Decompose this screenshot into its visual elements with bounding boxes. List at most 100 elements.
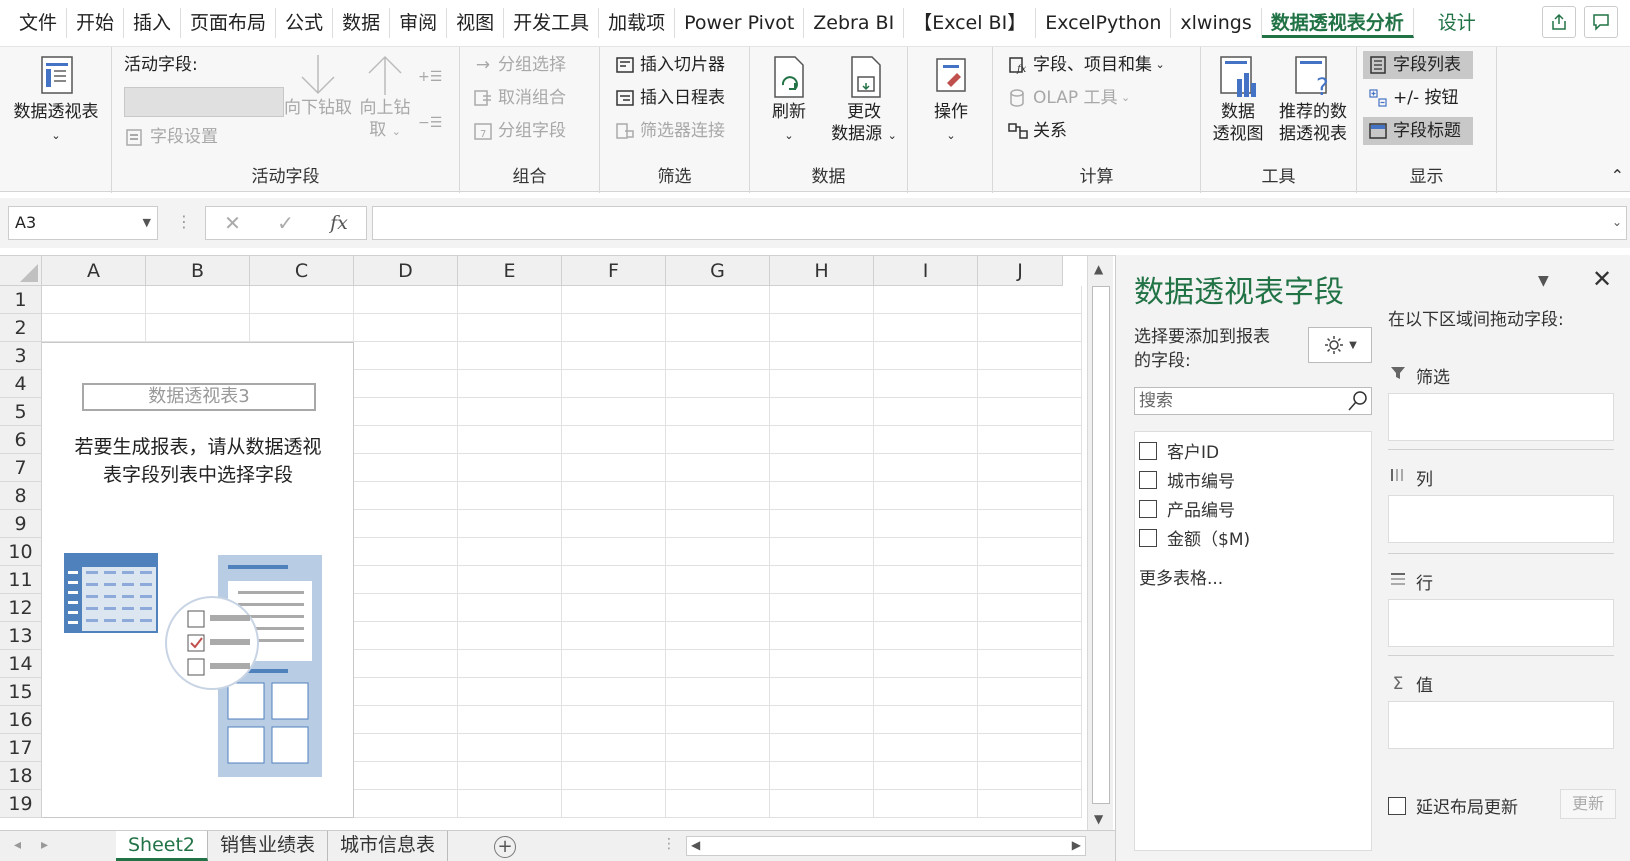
collapse-field-button[interactable]: −☰ [418,111,442,135]
tab-view[interactable]: 视图 [447,8,505,38]
relationships-button[interactable]: 关系 [1007,119,1067,143]
tab-developer[interactable]: 开发工具 [504,8,600,38]
sheet-splitter-icon[interactable]: ⋮ [662,836,676,852]
search-input[interactable]: 搜索 [1134,387,1372,415]
expand-formula-icon[interactable]: ⌄ [1612,215,1622,229]
field-headers-button[interactable]: 字段标题 [1363,117,1473,145]
enter-icon[interactable]: ✓ [277,211,294,235]
row-header[interactable]: 19 [0,790,42,818]
tab-data[interactable]: 数据 [333,8,391,38]
sheet-tab-sheet2[interactable]: Sheet2 [116,831,209,861]
row-header[interactable]: 3 [0,342,42,370]
collapse-ribbon-icon[interactable]: ⌃ [1611,166,1624,185]
tab-pivottable-analyze[interactable]: 数据透视表分析 [1261,8,1414,38]
row-header[interactable]: 12 [0,594,42,622]
tab-review[interactable]: 审阅 [390,8,448,38]
tab-excel-bi[interactable]: 【Excel BI】 [904,8,1037,38]
cancel-icon[interactable]: ✕ [224,211,241,235]
column-header-a[interactable]: A [42,256,146,286]
tab-page-layout[interactable]: 页面布局 [181,8,277,38]
horizontal-scrollbar[interactable]: ◀ ▶ [686,836,1086,856]
update-button[interactable]: 更新 [1560,789,1616,819]
row-header[interactable]: 9 [0,510,42,538]
row-header[interactable]: 15 [0,678,42,706]
row-header[interactable]: 8 [0,482,42,510]
group-field-button[interactable]: 7 分组字段 [472,119,566,143]
row-header[interactable]: 6 [0,426,42,454]
tab-design[interactable]: 设计 [1414,8,1485,38]
scroll-up-icon[interactable]: ▲ [1094,262,1103,276]
column-header-d[interactable]: D [354,256,458,286]
tab-home[interactable]: 开始 [67,8,125,38]
add-sheet-button[interactable]: + [494,836,516,858]
tab-excelpython[interactable]: ExcelPython [1036,8,1172,38]
tab-power-pivot[interactable]: Power Pivot [675,8,805,38]
change-data-source-button[interactable]: 更改 数据源 ⌄ [824,53,904,147]
more-tables-link[interactable]: 更多表格... [1135,564,1371,589]
field-settings-button[interactable]: 字段设置 [124,125,218,149]
row-header[interactable]: 7 [0,454,42,482]
column-header-b[interactable]: B [146,256,250,286]
recommended-pivottables-button[interactable]: ? 推荐的数 据透视表 [1273,53,1353,145]
active-field-input[interactable] [124,87,284,117]
list-item[interactable]: 产品编号 [1135,494,1371,523]
name-box-dropdown-icon[interactable]: ▼ [143,207,151,239]
insert-slicer-button[interactable]: 插入切片器 [614,53,725,77]
scroll-left-icon[interactable]: ◀ [691,838,700,852]
drill-up-button[interactable]: 向上钻取 ⌄ [356,53,414,143]
column-header-h[interactable]: H [770,256,874,286]
pivotchart-button[interactable]: 数据 透视图 [1205,53,1271,145]
row-header[interactable]: 14 [0,650,42,678]
select-all-button[interactable] [0,256,42,286]
share-button[interactable] [1542,6,1576,38]
list-item[interactable]: 客户ID [1135,436,1371,465]
column-header-j[interactable]: J [978,256,1063,286]
field-checkbox[interactable] [1139,470,1157,489]
tools-button[interactable]: ▼ [1308,327,1372,363]
pivottable-button[interactable]: 数据透视表 ⌄ [8,53,104,147]
row-header[interactable]: 4 [0,370,42,398]
row-header[interactable]: 18 [0,762,42,790]
row-header[interactable]: 13 [0,622,42,650]
vertical-scroll-thumb[interactable] [1092,286,1110,804]
list-item[interactable]: 城市编号 [1135,465,1371,494]
row-header[interactable]: 1 [0,286,42,314]
pane-options-dropdown-icon[interactable]: ▼ [1538,273,1549,289]
tab-formulas[interactable]: 公式 [276,8,334,38]
column-header-g[interactable]: G [666,256,770,286]
column-header-e[interactable]: E [458,256,562,286]
row-header[interactable]: 2 [0,314,42,342]
tab-addins[interactable]: 加载项 [599,8,676,38]
actions-button[interactable]: 操作 ⌄ [916,53,986,147]
row-header[interactable]: 17 [0,734,42,762]
field-checkbox[interactable] [1139,499,1157,518]
field-checkbox[interactable] [1139,528,1157,547]
name-box[interactable]: A3 ▼ [8,206,158,240]
sheet-tab-cities[interactable]: 城市信息表 [328,831,449,861]
tab-file[interactable]: 文件 [10,8,68,38]
defer-update-checkbox[interactable] [1388,796,1406,815]
row-header[interactable]: 16 [0,706,42,734]
row-header[interactable]: 5 [0,398,42,426]
list-item[interactable]: 金额（$M) [1135,523,1371,552]
tab-zebra-bi[interactable]: Zebra BI [804,8,905,38]
insert-timeline-button[interactable]: 插入日程表 [614,86,725,110]
drill-down-button[interactable]: 向下钻取 [280,53,356,119]
close-icon[interactable]: ✕ [1592,265,1612,293]
field-list-button[interactable]: 字段列表 [1363,51,1473,79]
sheet-tab-sales[interactable]: 销售业绩表 [208,831,329,861]
defer-layout-update[interactable]: 延迟布局更新 [1388,793,1518,818]
row-header[interactable]: 11 [0,566,42,594]
tab-xlwings[interactable]: xlwings [1171,8,1262,38]
comments-button[interactable] [1584,6,1618,38]
plus-minus-buttons-button[interactable]: +/- 按钮 [1363,84,1473,112]
pivottable-placeholder[interactable]: 数据透视表3 若要生成报表，请从数据透视 表字段列表中选择字段 [42,342,354,818]
insert-function-button[interactable]: fx [330,212,348,234]
sheet-nav-arrows-icon[interactable]: ◂▸ [14,837,68,853]
scroll-right-icon[interactable]: ▶ [1072,838,1081,852]
columns-drop-zone[interactable] [1388,495,1614,543]
column-header-c[interactable]: C [250,256,354,286]
olap-tools-button[interactable]: OLAP 工具 ⌄ [1007,86,1130,110]
row-header[interactable]: 10 [0,538,42,566]
group-selection-button[interactable]: → 分组选择 [472,53,566,77]
